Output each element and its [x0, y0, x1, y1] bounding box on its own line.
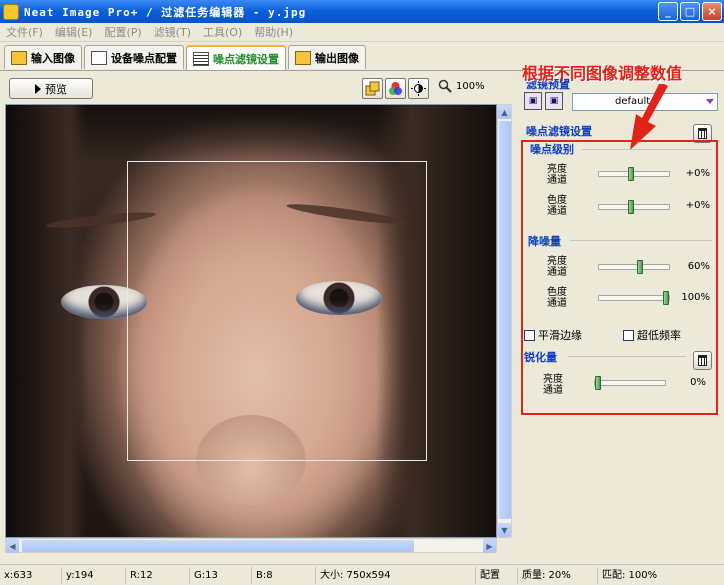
- reduction-luma-value: 60%: [687, 261, 710, 272]
- menu-edit[interactable]: 编辑(E): [49, 24, 99, 40]
- status-size: 大小: 750x594: [316, 566, 476, 584]
- reduction-chroma-slider[interactable]: [598, 291, 670, 305]
- annotation-text: 根据不同图像调整数值: [522, 64, 683, 83]
- menu-bar: 文件(F) 编辑(E) 配置(P) 滤镜(T) 工具(O) 帮助(H): [0, 23, 724, 42]
- noise-level-chroma-slider[interactable]: [598, 200, 670, 214]
- reduction-chroma-value: 100%: [681, 292, 710, 303]
- checkbox-box[interactable]: [623, 329, 634, 341]
- smooth-edges-checkbox[interactable]: 平滑边缘: [524, 327, 582, 343]
- menu-filter[interactable]: 滤镜(T): [148, 24, 197, 40]
- magnifier-icon: [438, 79, 452, 93]
- color-channels-icon[interactable]: [385, 78, 406, 99]
- status-x: x:633: [0, 566, 62, 584]
- noise-filter-title: 噪点滤镜设置: [526, 125, 592, 138]
- tab-label: 输出图像: [315, 51, 359, 65]
- zoom-control[interactable]: 100%: [438, 79, 485, 93]
- tab-output-image[interactable]: 输出图像: [288, 45, 366, 69]
- view-tools: [362, 78, 429, 99]
- sharpening-luma-slider[interactable]: [594, 376, 666, 390]
- slider-handle[interactable]: [628, 167, 634, 181]
- reset-sharpening-icon[interactable]: [693, 351, 712, 370]
- horizontal-scrollbar[interactable]: ◀ ▶: [5, 538, 497, 553]
- status-y: y:194: [62, 566, 126, 584]
- menu-help[interactable]: 帮助(H): [248, 24, 299, 40]
- menu-tools[interactable]: 工具(O): [197, 24, 248, 40]
- slider-handle[interactable]: [663, 291, 669, 305]
- sharpening-title: 锐化量: [524, 351, 557, 364]
- close-button[interactable]: ×: [702, 2, 722, 21]
- status-match: 匹配: 100%: [602, 569, 658, 581]
- chevron-down-icon: [706, 99, 714, 104]
- checkbox-box[interactable]: [524, 329, 535, 341]
- device-profile-icon: [91, 50, 107, 65]
- tab-input-image[interactable]: 输入图像: [4, 45, 82, 69]
- ultra-low-freq-checkbox[interactable]: 超低频率: [623, 327, 681, 343]
- status-bar: x:633 y:194 R:12 G:13 B:8 大小: 750x594 配置…: [0, 564, 724, 585]
- noise-reduction-title: 降噪量: [528, 235, 561, 248]
- vertical-scrollbar[interactable]: ▲ ▼: [497, 104, 512, 538]
- status-g: G:13: [190, 566, 252, 584]
- tab-bar: 输入图像 设备噪点配置 噪点滤镜设置 输出图像: [4, 45, 366, 70]
- app-icon: [3, 3, 19, 20]
- tab-noise-filter-settings[interactable]: 噪点滤镜设置: [186, 45, 286, 70]
- smooth-edges-label: 平滑边缘: [538, 329, 582, 342]
- vertical-scroll-thumb[interactable]: [499, 121, 511, 519]
- tab-label: 输入图像: [31, 51, 75, 65]
- noise-level-luma-label: 亮度 通道: [547, 164, 567, 186]
- status-b: B:8: [252, 566, 316, 584]
- reduction-luma-slider[interactable]: [598, 260, 670, 274]
- status-profile: 配置: [476, 566, 518, 584]
- slider-handle[interactable]: [595, 376, 601, 390]
- filter-settings-icon: [193, 51, 209, 66]
- tab-label: 噪点滤镜设置: [213, 52, 279, 66]
- preview-button[interactable]: 预览: [9, 78, 93, 99]
- noise-level-chroma-label: 色度 通道: [547, 195, 567, 217]
- reduction-chroma-label: 色度 通道: [547, 287, 567, 309]
- app-window: Neat Image Pro+ / 过滤任务编辑器 - y.jpg _ □ × …: [0, 0, 724, 585]
- noise-level-luma-value: +0%: [685, 168, 710, 179]
- status-quality: 质量: 20%: [518, 566, 598, 584]
- tab-label: 设备噪点配置: [111, 51, 177, 65]
- tab-device-noise-profile[interactable]: 设备噪点配置: [84, 45, 184, 69]
- image-preview[interactable]: [5, 104, 497, 538]
- preset-buttons: ▣ ▣: [524, 92, 563, 110]
- menu-profile[interactable]: 配置(P): [98, 24, 147, 40]
- scroll-up-icon[interactable]: ▲: [498, 105, 511, 119]
- noise-level-title: 噪点级别: [530, 143, 574, 156]
- noise-level-luma-slider[interactable]: [598, 167, 670, 181]
- sharpening-luma-label: 亮度 通道: [543, 374, 563, 396]
- reduction-luma-label: 亮度 通道: [547, 256, 567, 278]
- status-r: R:12: [126, 566, 190, 584]
- play-icon: [35, 83, 41, 94]
- ultra-low-freq-label: 超低频率: [637, 329, 681, 342]
- input-image-icon: [11, 50, 27, 65]
- scroll-left-icon[interactable]: ◀: [6, 539, 19, 553]
- layers-icon[interactable]: [362, 78, 383, 99]
- sharpening-luma-value: 0%: [690, 377, 706, 388]
- maximize-button[interactable]: □: [680, 2, 700, 21]
- title-bar: Neat Image Pro+ / 过滤任务编辑器 - y.jpg _ □ ×: [0, 0, 724, 23]
- noise-level-chroma-value: +0%: [685, 200, 710, 211]
- scroll-down-icon[interactable]: ▼: [498, 523, 511, 537]
- noise-sample-selection[interactable]: [127, 161, 427, 461]
- minimize-button[interactable]: _: [658, 2, 678, 21]
- load-preset-icon[interactable]: ▣: [524, 92, 542, 110]
- menu-file[interactable]: 文件(F): [0, 24, 49, 40]
- output-image-icon: [295, 50, 311, 65]
- preview-label: 预览: [45, 82, 67, 96]
- zoom-value: 100%: [456, 80, 485, 92]
- brightness-icon[interactable]: [408, 78, 429, 99]
- slider-handle[interactable]: [637, 260, 643, 274]
- slider-handle[interactable]: [628, 200, 634, 214]
- horizontal-scroll-thumb[interactable]: [22, 540, 414, 552]
- window-title: Neat Image Pro+ / 过滤任务编辑器 - y.jpg: [24, 5, 307, 19]
- save-preset-icon[interactable]: ▣: [545, 92, 563, 110]
- scroll-right-icon[interactable]: ▶: [483, 539, 496, 553]
